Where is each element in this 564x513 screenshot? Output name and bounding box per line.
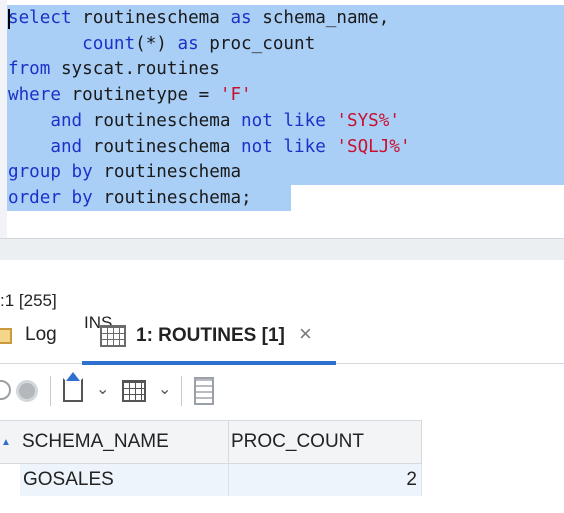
sql-text: (*) bbox=[135, 33, 178, 54]
sql-keyword: from bbox=[8, 59, 51, 80]
sql-keyword: count bbox=[82, 33, 136, 54]
text-caret bbox=[8, 9, 10, 29]
sql-line: count(*) as proc_count bbox=[8, 31, 315, 57]
sql-keyword: order by bbox=[8, 187, 93, 208]
results-tab-bar: Log 1: ROUTINES [1] × bbox=[0, 312, 564, 365]
editor-gutter bbox=[0, 0, 7, 238]
sql-string: 'F' bbox=[219, 85, 252, 106]
editor-status-bar: :1 [255] INS bbox=[0, 268, 112, 332]
sql-keyword: as bbox=[177, 33, 199, 54]
table-cell[interactable]: 2 bbox=[229, 464, 422, 496]
export-arrow-icon bbox=[66, 372, 80, 381]
table-cell[interactable]: GOSALES bbox=[20, 464, 229, 496]
run-icon[interactable] bbox=[0, 380, 11, 400]
tab-routines-label: 1: ROUTINES [1] bbox=[136, 325, 285, 346]
sql-line: group by routineschema bbox=[8, 159, 241, 185]
column-header-schema-name[interactable]: SCHEMA_NAME bbox=[20, 420, 229, 464]
sql-line: select routineschema as schema_name, bbox=[8, 5, 389, 31]
sql-keyword: not like bbox=[241, 110, 326, 131]
sql-text: routineschema bbox=[82, 110, 242, 131]
sql-text: proc_count bbox=[198, 33, 316, 54]
column-header-label: PROC_COUNT bbox=[231, 431, 365, 452]
sql-keyword: group by bbox=[8, 162, 93, 183]
row-header-corner[interactable]: ▲ bbox=[0, 420, 20, 464]
sql-line: from syscat.routines bbox=[8, 56, 220, 82]
stop-icon[interactable] bbox=[16, 380, 38, 402]
close-icon[interactable]: × bbox=[299, 321, 312, 347]
sql-string: 'SYS%' bbox=[336, 110, 400, 131]
sql-text: routinetype = bbox=[60, 85, 220, 106]
editor-results-splitter[interactable] bbox=[0, 238, 564, 260]
chevron-down-icon[interactable]: ⌄ bbox=[158, 379, 171, 398]
toolbar-divider bbox=[181, 376, 182, 406]
sql-line: order by routineschema; bbox=[8, 185, 252, 211]
results-grid: ▲ SCHEMA_NAME PROC_COUNT GOSALES 2 bbox=[0, 420, 564, 513]
cursor-position: :1 [255] bbox=[0, 291, 57, 310]
sql-text: routineschema bbox=[82, 136, 242, 157]
sort-marker-icon: ▲ bbox=[1, 437, 11, 448]
sql-keyword: where bbox=[8, 85, 61, 106]
sql-line: and routineschema not like 'SYS%' bbox=[8, 108, 400, 134]
sql-text: routineschema; bbox=[92, 187, 252, 208]
cell-value: 2 bbox=[406, 469, 417, 490]
sql-text: syscat.routines bbox=[50, 59, 220, 80]
results-toolbar: ⌄ ⌄ bbox=[0, 364, 564, 420]
sql-line: where routinetype = 'F' bbox=[8, 82, 252, 108]
chevron-down-icon[interactable]: ⌄ bbox=[96, 379, 109, 398]
grid-view-icon[interactable] bbox=[122, 380, 146, 402]
toolbar-divider bbox=[50, 376, 51, 406]
calculator-icon[interactable] bbox=[194, 377, 214, 405]
export-icon[interactable] bbox=[63, 378, 83, 402]
column-header-proc-count[interactable]: PROC_COUNT bbox=[229, 420, 422, 464]
sql-text: schema_name, bbox=[251, 8, 390, 28]
table-icon bbox=[100, 325, 126, 347]
sql-line: and routineschema not like 'SQLJ%' bbox=[8, 134, 411, 160]
sql-keyword: and bbox=[50, 110, 83, 131]
sql-text: routineschema bbox=[71, 8, 231, 28]
sql-keyword: as bbox=[230, 8, 252, 28]
sql-keyword: select bbox=[8, 8, 72, 28]
log-icon bbox=[0, 328, 12, 344]
sql-keyword: and bbox=[50, 136, 83, 157]
sql-keyword: not like bbox=[241, 136, 326, 157]
sql-string: 'SQLJ%' bbox=[336, 136, 411, 157]
cell-value: GOSALES bbox=[23, 469, 114, 490]
column-header-label: SCHEMA_NAME bbox=[22, 431, 169, 452]
tab-routines[interactable]: 1: ROUTINES [1] × bbox=[82, 312, 336, 365]
sql-text: routineschema bbox=[92, 162, 242, 183]
sql-editor[interactable]: select routineschema as schema_name, cou… bbox=[0, 0, 564, 238]
tab-log-label: Log bbox=[25, 324, 57, 345]
